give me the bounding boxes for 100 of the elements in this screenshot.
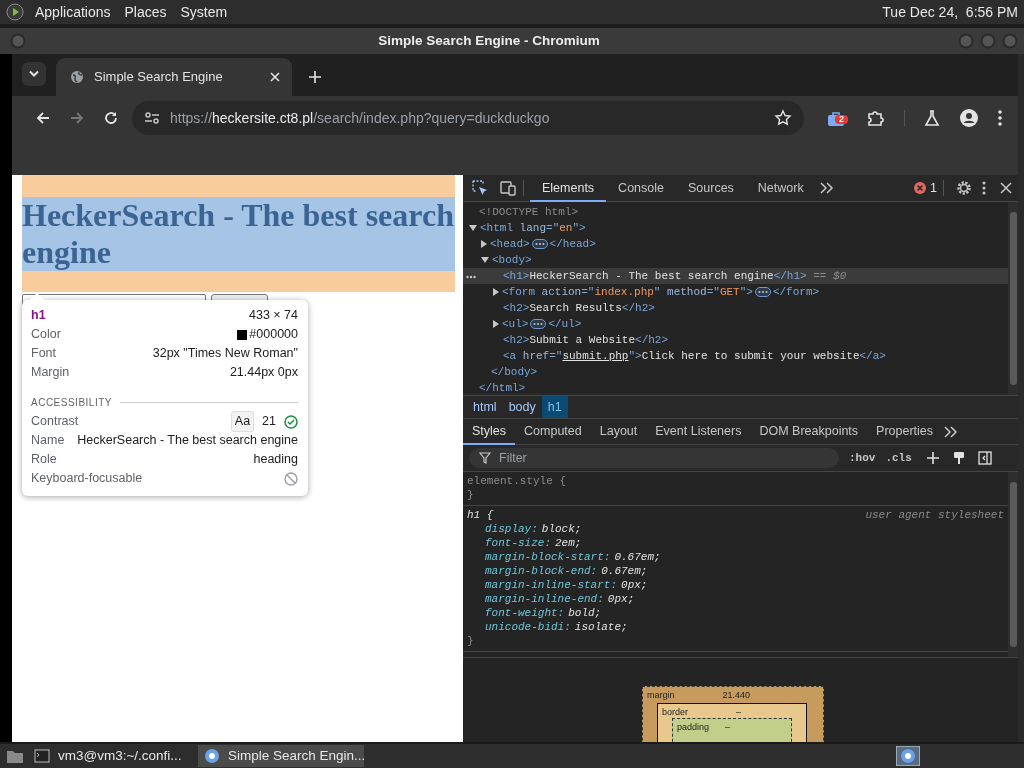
new-rule-plus-icon[interactable] — [925, 451, 940, 465]
task-label: Simple Search Engin... — [228, 746, 366, 765]
ellipsis-badge-icon[interactable] — [530, 319, 547, 329]
markup-text: <h2>Search Results</h2> — [503, 301, 655, 316]
browser-tab[interactable]: Simple Search Engine — [56, 58, 292, 96]
panel-tab[interactable]: Event Listeners — [646, 418, 751, 445]
css-value: 0px; — [607, 593, 635, 605]
css-value: bold; — [568, 607, 602, 619]
dom-row[interactable]: <h2>Submit a Website</h2> — [463, 332, 1008, 348]
element-tag: h1 — [31, 306, 46, 325]
property-value: heading — [253, 451, 298, 469]
app-menu-icon[interactable] — [6, 3, 24, 21]
tab-search-button[interactable] — [22, 62, 46, 86]
more-tabs-chevron-icon[interactable] — [819, 182, 834, 194]
plus-icon[interactable] — [308, 70, 322, 84]
settings-icon[interactable] — [956, 180, 972, 196]
address-bar[interactable]: https://heckersite.ct8.pl/search/index.php?query=duckduckgo — [132, 101, 804, 135]
devtools-tab[interactable]: Network — [745, 174, 816, 202]
taskbar-button[interactable]: Simple Search Engin... — [198, 745, 364, 767]
property-value: HeckerSearch - The best search engine — [77, 432, 298, 450]
devtools-tab[interactable]: Elements — [530, 174, 607, 202]
device-toolbar-icon[interactable] — [499, 179, 517, 197]
puzzle-piece-icon[interactable] — [866, 109, 884, 127]
dom-row[interactable]: <form action="index.php" method="GET"> </form> — [463, 284, 1008, 300]
css-value: 0px; — [621, 579, 648, 591]
box-label: border — [662, 706, 688, 719]
tray-browser-icon[interactable] — [896, 746, 920, 766]
dom-row[interactable]: </html> — [463, 380, 1008, 396]
panel-tab[interactable]: Computed — [515, 418, 591, 445]
dom-row[interactable]: <h1>HeckerSearch - The best search engine</h1> == $0 — [463, 268, 1008, 284]
inspect-element-icon[interactable] — [471, 179, 489, 197]
box-value: – — [725, 721, 731, 734]
expand-triangle-icon[interactable] — [493, 288, 499, 296]
close-icon[interactable] — [268, 70, 282, 84]
scrollbar[interactable] — [1008, 202, 1018, 395]
box-value: 21.440 — [722, 689, 751, 702]
expand-triangle-icon[interactable] — [481, 240, 487, 248]
markup-text: </form> — [772, 285, 820, 300]
css-selector: element.style { — [467, 474, 567, 488]
taskbar-button[interactable]: vm3@vm3:~/.confi... — [28, 745, 194, 767]
more-options-icon[interactable] — [982, 181, 986, 195]
panel-tab[interactable]: DOM Breakpoints — [750, 418, 868, 445]
property-label: Keyboard-focusable — [31, 470, 143, 488]
css-value: 0.67em; — [614, 551, 661, 563]
expand-triangle-icon[interactable] — [469, 225, 477, 231]
error-count[interactable]: 1 — [930, 178, 937, 198]
markup-text: <ul> — [502, 317, 529, 332]
profile-icon[interactable] — [959, 108, 979, 128]
contrast-ratio: 21 — [262, 413, 276, 431]
tab-title: Simple Search Engine — [94, 68, 224, 87]
dom-row[interactable]: <h2>Search Results</h2> — [463, 300, 1008, 316]
markup-text: </ul> — [548, 317, 582, 332]
panel-menu[interactable]: Places — [117, 1, 174, 23]
dom-row[interactable]: </body> — [463, 364, 1008, 380]
markup-text: <a href="submit.php">Click here to submit your website</a> — [503, 349, 886, 364]
filter-icon — [479, 452, 491, 464]
panel-menu[interactable]: Applications — [28, 1, 118, 23]
devtools-tab[interactable]: Sources — [676, 174, 746, 202]
notification-badge: 2 — [835, 115, 848, 124]
breadcrumb[interactable]: h1 — [541, 396, 568, 418]
breadcrumb[interactable]: body — [502, 396, 542, 418]
clock: Tue Dec 24, 6:56 PM — [882, 2, 1018, 22]
panel-tab[interactable]: Styles — [463, 418, 516, 445]
expand-triangle-icon[interactable] — [493, 320, 499, 328]
ellipsis-badge-icon[interactable] — [531, 239, 548, 249]
property-label: Margin — [31, 364, 70, 382]
site-settings-icon[interactable] — [144, 110, 160, 126]
dom-row[interactable]: <ul> </ul> — [463, 316, 1008, 332]
more-options-icon[interactable] — [997, 109, 1003, 127]
page-heading: HeckerSearch - The best search engine — [22, 197, 455, 271]
toggle-button[interactable]: .cls — [885, 449, 912, 467]
box-label: padding — [677, 721, 710, 734]
folder-icon[interactable] — [6, 748, 24, 764]
css-selector: h1 { — [467, 508, 494, 522]
devtools-tab[interactable]: Console — [606, 174, 676, 202]
ellipsis-icon[interactable] — [466, 275, 476, 279]
markup-text: <head> — [490, 237, 530, 252]
error-icon[interactable] — [914, 182, 927, 194]
ellipsis-badge-icon[interactable] — [754, 287, 771, 297]
terminal-icon — [34, 749, 50, 763]
scrollbar[interactable] — [1008, 472, 1018, 657]
property-value: 21.44px 0px — [229, 364, 298, 382]
filter-field[interactable]: Filter — [469, 448, 839, 468]
paint-brush-icon[interactable] — [951, 451, 966, 465]
css-value: isolate; — [574, 621, 628, 633]
panel-tab[interactable]: Layout — [590, 418, 647, 445]
star-icon[interactable] — [774, 109, 792, 127]
more-tabs-chevron-icon[interactable] — [944, 425, 959, 438]
breadcrumb[interactable]: html — [467, 396, 503, 418]
flask-icon[interactable] — [923, 109, 941, 127]
rule-origin[interactable]: user agent stylesheet — [865, 508, 1004, 522]
sidebar-toggle-icon[interactable] — [977, 451, 992, 465]
toggle-button[interactable]: :hov — [849, 449, 876, 467]
dom-row[interactable]: <html lang="en"> — [463, 220, 1008, 236]
panel-tab[interactable]: Properties — [867, 418, 943, 445]
dom-row[interactable]: <a href="submit.php">Click here to submit your website</a> — [463, 348, 1008, 364]
dom-row[interactable]: <!DOCTYPE html> — [463, 204, 1008, 220]
panel-menu[interactable]: System — [173, 1, 235, 23]
dom-row[interactable]: <head> </head> — [463, 236, 1008, 252]
css-property: font-size: — [485, 537, 551, 549]
